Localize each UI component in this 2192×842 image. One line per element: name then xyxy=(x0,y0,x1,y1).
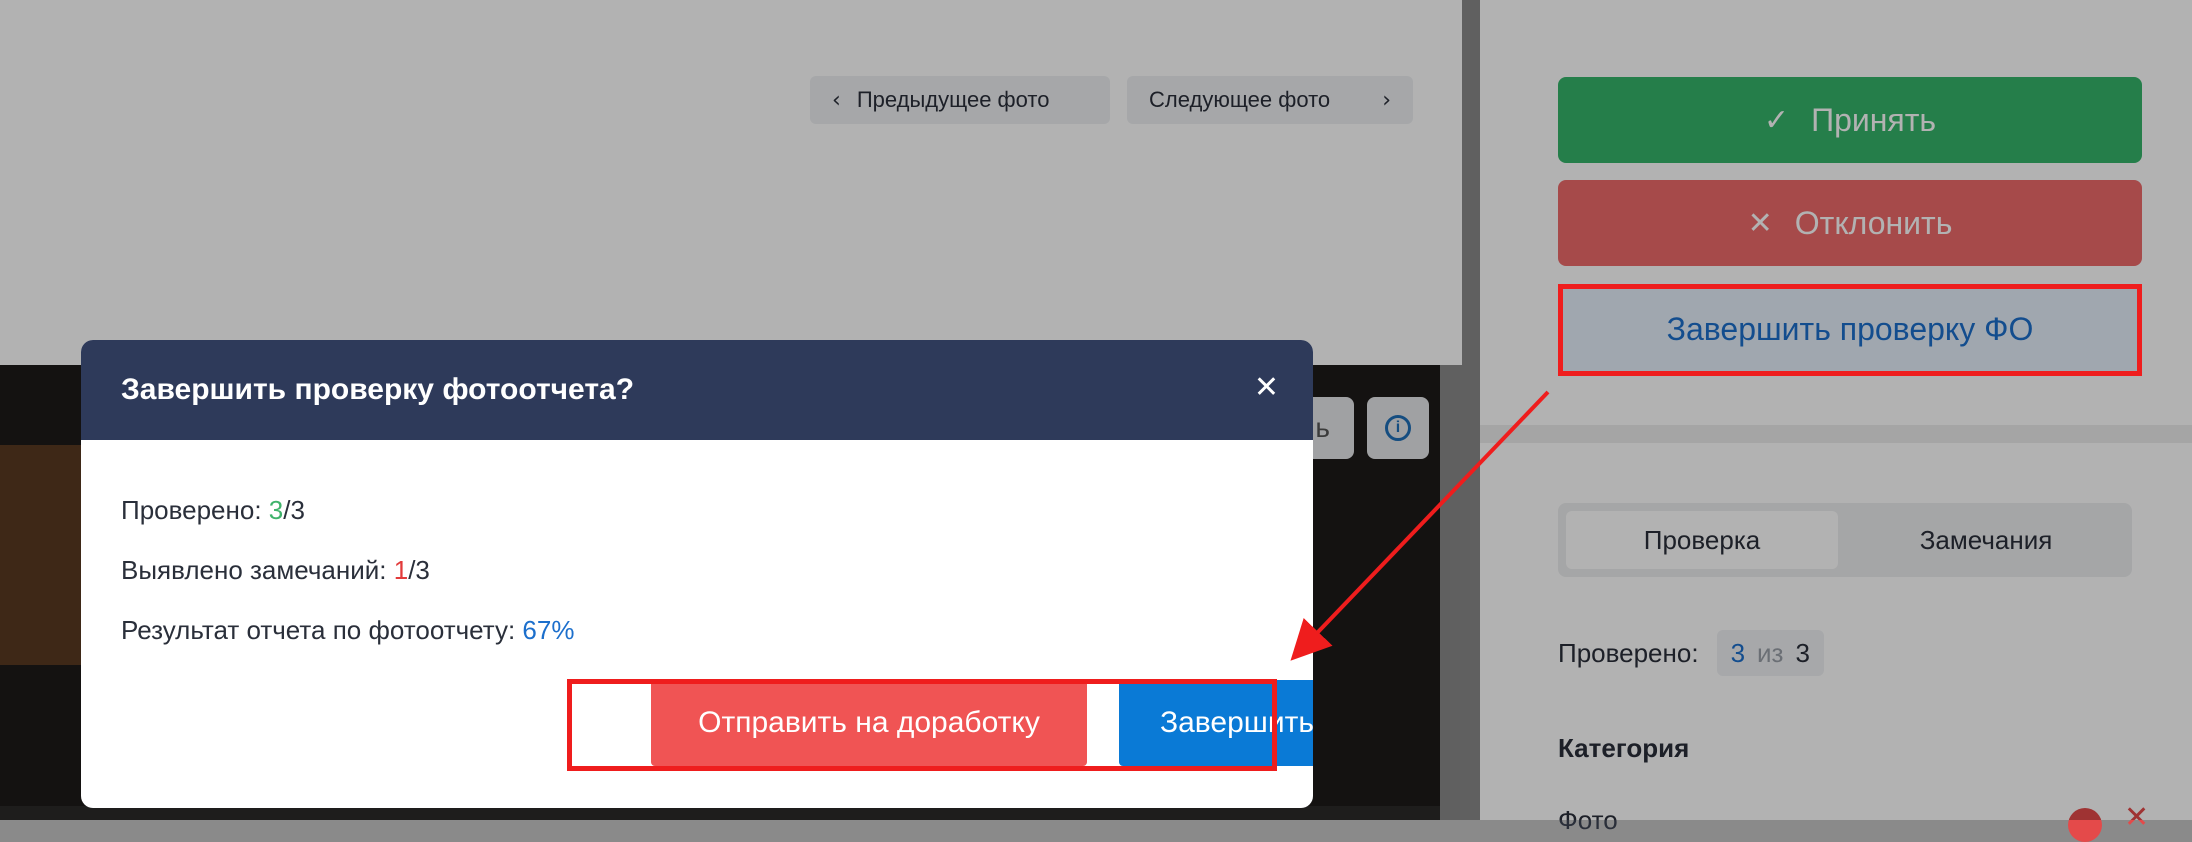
annotation-arrow xyxy=(1290,390,1550,661)
page: ‹ Предыдущее фото Следующее фото › ь i ✓… xyxy=(0,0,2192,842)
annotation-arrow-line xyxy=(1290,390,1550,661)
